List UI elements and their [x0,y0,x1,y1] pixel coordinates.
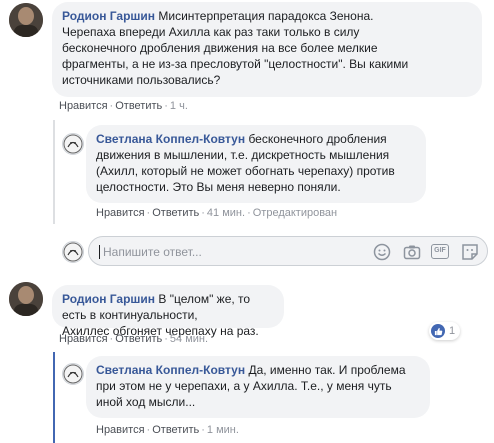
comment-text-line: иной ход мысли... [96,395,196,409]
like-link[interactable]: Нравится [59,100,108,112]
comment-bubble: Светлана Коппел-Ковтун Да, именно так. И… [86,356,430,418]
reply-link[interactable]: Ответить [115,100,162,112]
timestamp[interactable]: 41 мин. [207,207,245,219]
comment-text-line: фрагменты, а не из-за пресловутой "целос… [62,57,409,71]
current-user-avatar[interactable] [62,241,84,263]
avatar-photo-icon [63,242,83,262]
comment-bubble: Светлана Коппел-Ковтун бесконечного дроб… [86,125,426,203]
comment-author[interactable]: Светлана Коппел-Ковтун [96,132,245,146]
avatar-photo-icon [9,282,43,316]
reaction-count: 1 [449,325,456,337]
comment-bubble: Родион Гаршин Мисинтерпретация парадокса… [52,2,482,97]
avatar-rodion[interactable] [9,3,43,37]
comment-author[interactable]: Светлана Коппел-Ковтун [96,363,245,377]
avatar-photo-icon [63,364,83,384]
comment-actions: Нравится · Ответить · 1 мин. [96,424,239,436]
avatar-photo-icon [63,134,83,154]
thread-line [53,120,55,224]
comment-bubble: Родион Гаршин В "целом" же, то есть в ко… [52,285,284,338]
comment-actions: Нравится · Ответить · 41 мин. · Отредактирован [96,207,338,219]
reply-link[interactable]: Ответить [152,424,199,436]
comment-text-line: Черепаха впереди Ахилла как раз таки тол… [62,25,360,39]
like-link[interactable]: Нравится [59,333,108,345]
comment-text-line: при этом не у черепахи, а у Ахилла. Т.е.… [96,379,392,393]
comment-text-line: целостности. Это Вы меня неверно поняли. [96,180,341,194]
timestamp[interactable]: 54 мин. [170,333,208,345]
text-cursor [99,245,100,259]
comment-text-line: (Ахилл, который не может обогнать черепа… [96,164,395,178]
camera-icon[interactable] [403,243,421,261]
edited-label[interactable]: Отредактирован [253,207,337,219]
gif-icon[interactable]: GIF [431,244,449,259]
emoji-icon[interactable] [373,243,391,261]
comment-actions: Нравится · Ответить · 1 ч. [59,100,188,112]
reply-link[interactable]: Ответить [152,207,199,219]
timestamp[interactable]: 1 мин. [207,424,239,436]
thread-line-highlighted [53,352,55,443]
comment-text-line: бесконечного дробления [248,132,387,146]
avatar-rodion[interactable] [9,282,43,316]
comment-text-line: Мисинтерпретация парадокса Зенона. [158,9,374,23]
comment-author[interactable]: Родион Гаршин [62,9,155,23]
comment-text-line: Да, именно так. И проблема [248,363,406,377]
comment-text-line: бесконечного дробления движения на все б… [62,41,378,55]
comment-text-line: движения в мышлении, т.е. дискретность м… [96,148,390,162]
reply-placeholder: Напишите ответ... [103,245,202,259]
avatar-svetlana[interactable] [62,133,84,155]
reply-link[interactable]: Ответить [115,333,162,345]
reply-input[interactable]: Напишите ответ... GIF [88,236,488,266]
avatar-photo-icon [9,3,43,37]
timestamp[interactable]: 1 ч. [170,100,188,112]
like-link[interactable]: Нравится [96,207,145,219]
comment-text-line: источниками пользовались? [62,73,221,87]
sticker-icon[interactable] [461,243,479,261]
like-link[interactable]: Нравится [96,424,145,436]
reaction-summary[interactable]: 1 [429,322,461,340]
avatar-svetlana[interactable] [62,363,84,385]
like-reaction-icon [431,324,445,338]
comment-actions: Нравится · Ответить · 54 мин. [59,333,209,345]
comment-author[interactable]: Родион Гаршин [62,292,155,306]
